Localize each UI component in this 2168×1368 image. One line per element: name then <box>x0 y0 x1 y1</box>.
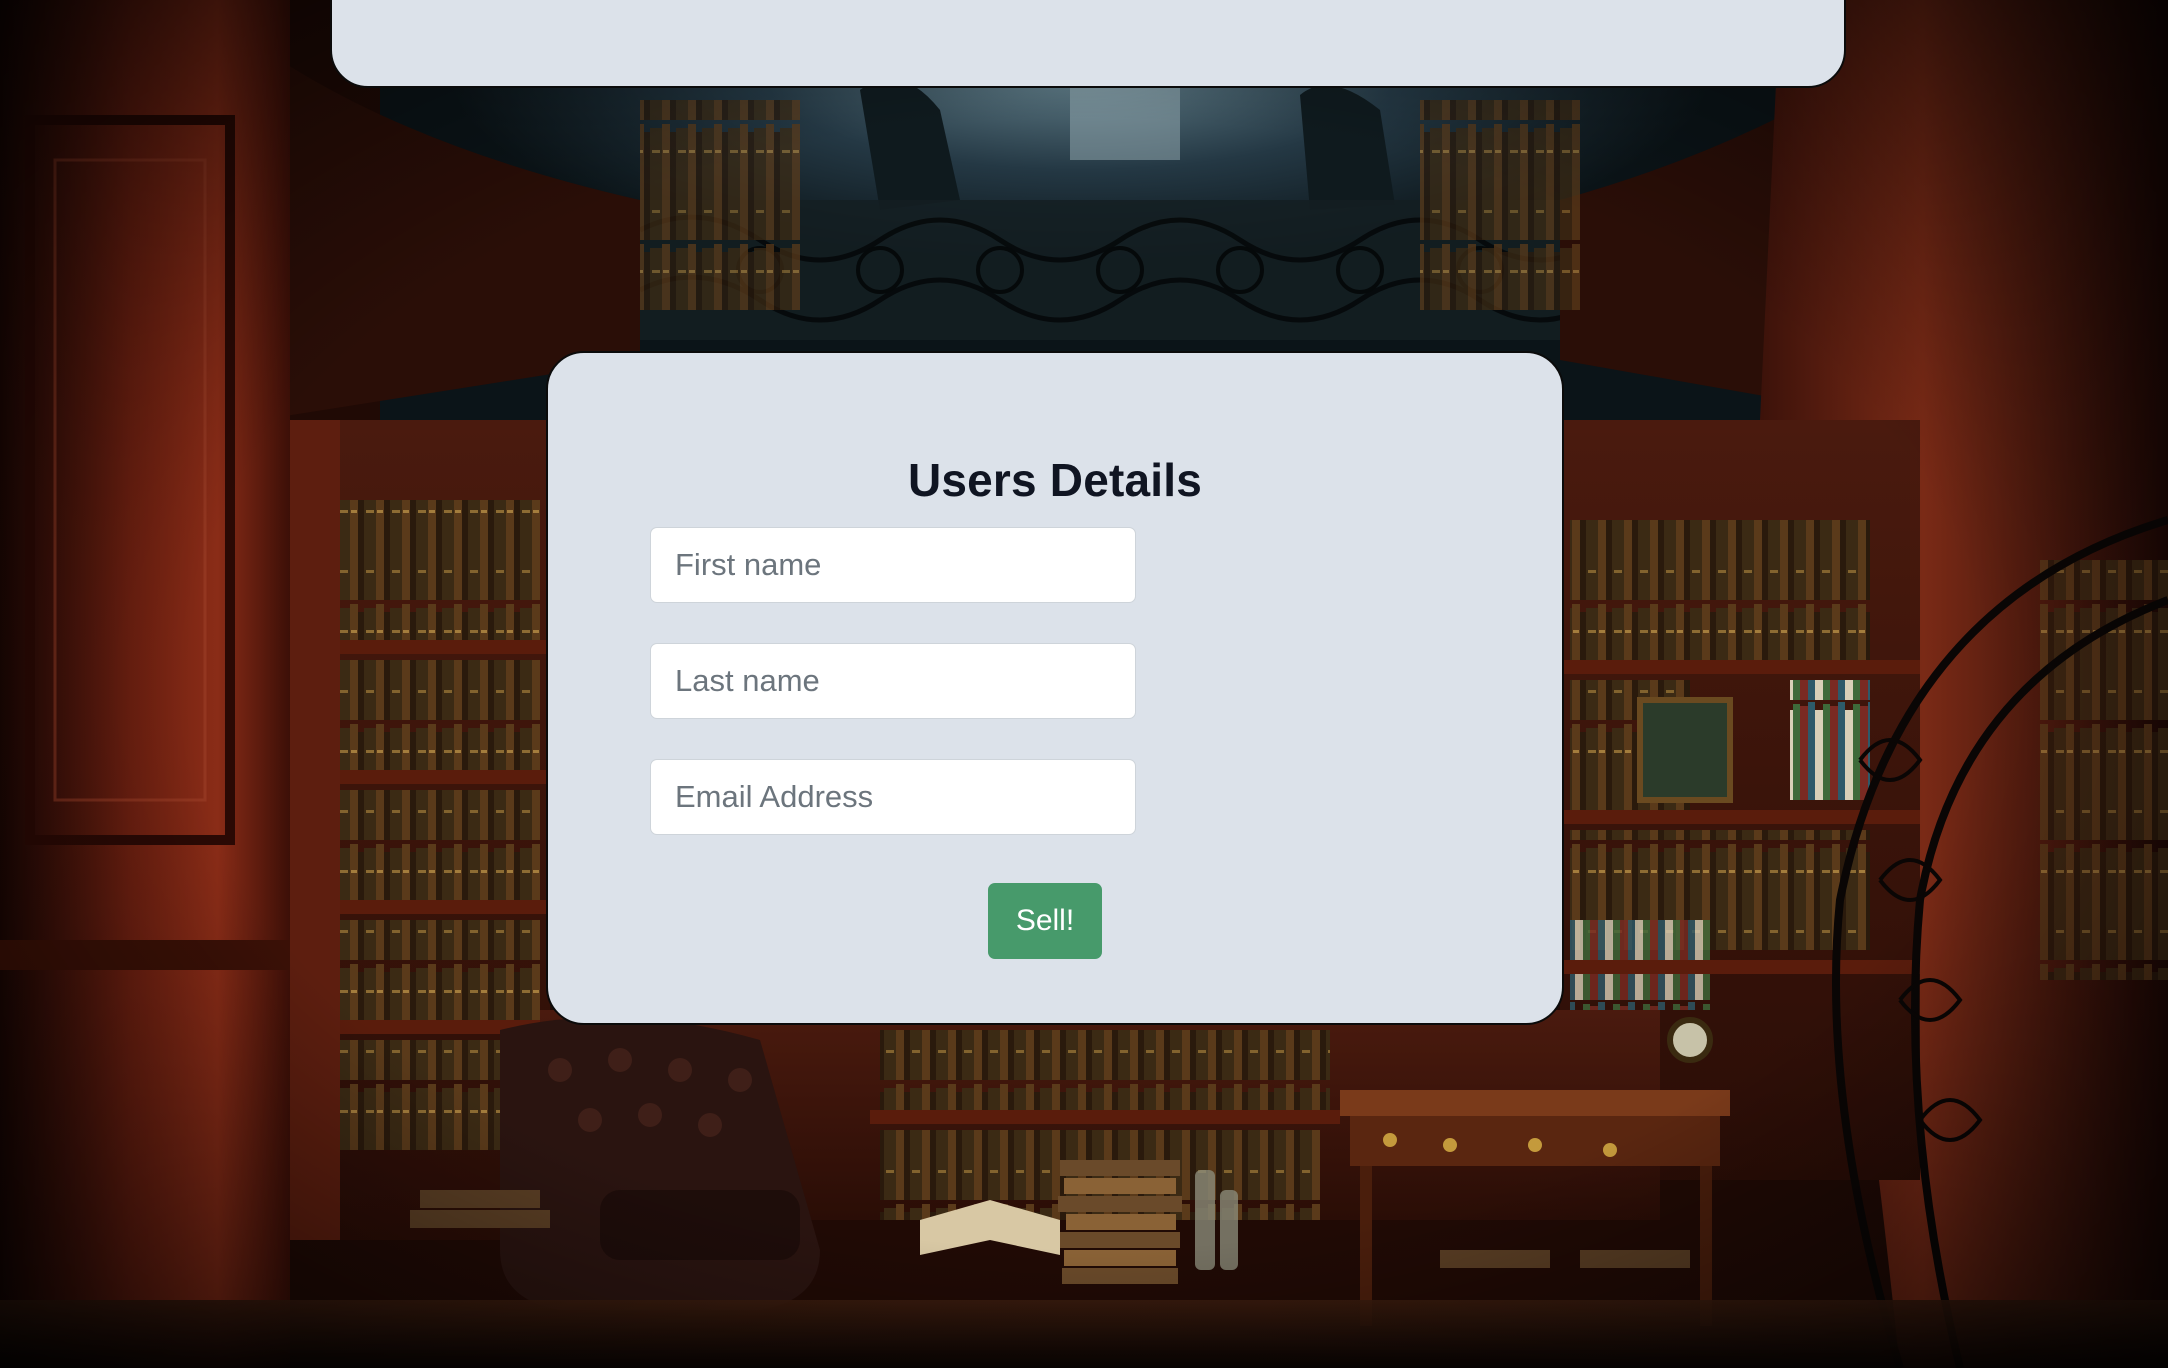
user-details-card: Users Details Sell! <box>546 351 1564 1025</box>
first-name-input[interactable] <box>650 527 1136 603</box>
page: Users Details Sell! <box>0 0 2168 1368</box>
sell-button[interactable]: Sell! <box>988 883 1102 959</box>
last-name-input[interactable] <box>650 643 1136 719</box>
top-panel <box>330 0 1846 88</box>
form-title: Users Details <box>907 454 1203 506</box>
email-input[interactable] <box>650 759 1136 835</box>
